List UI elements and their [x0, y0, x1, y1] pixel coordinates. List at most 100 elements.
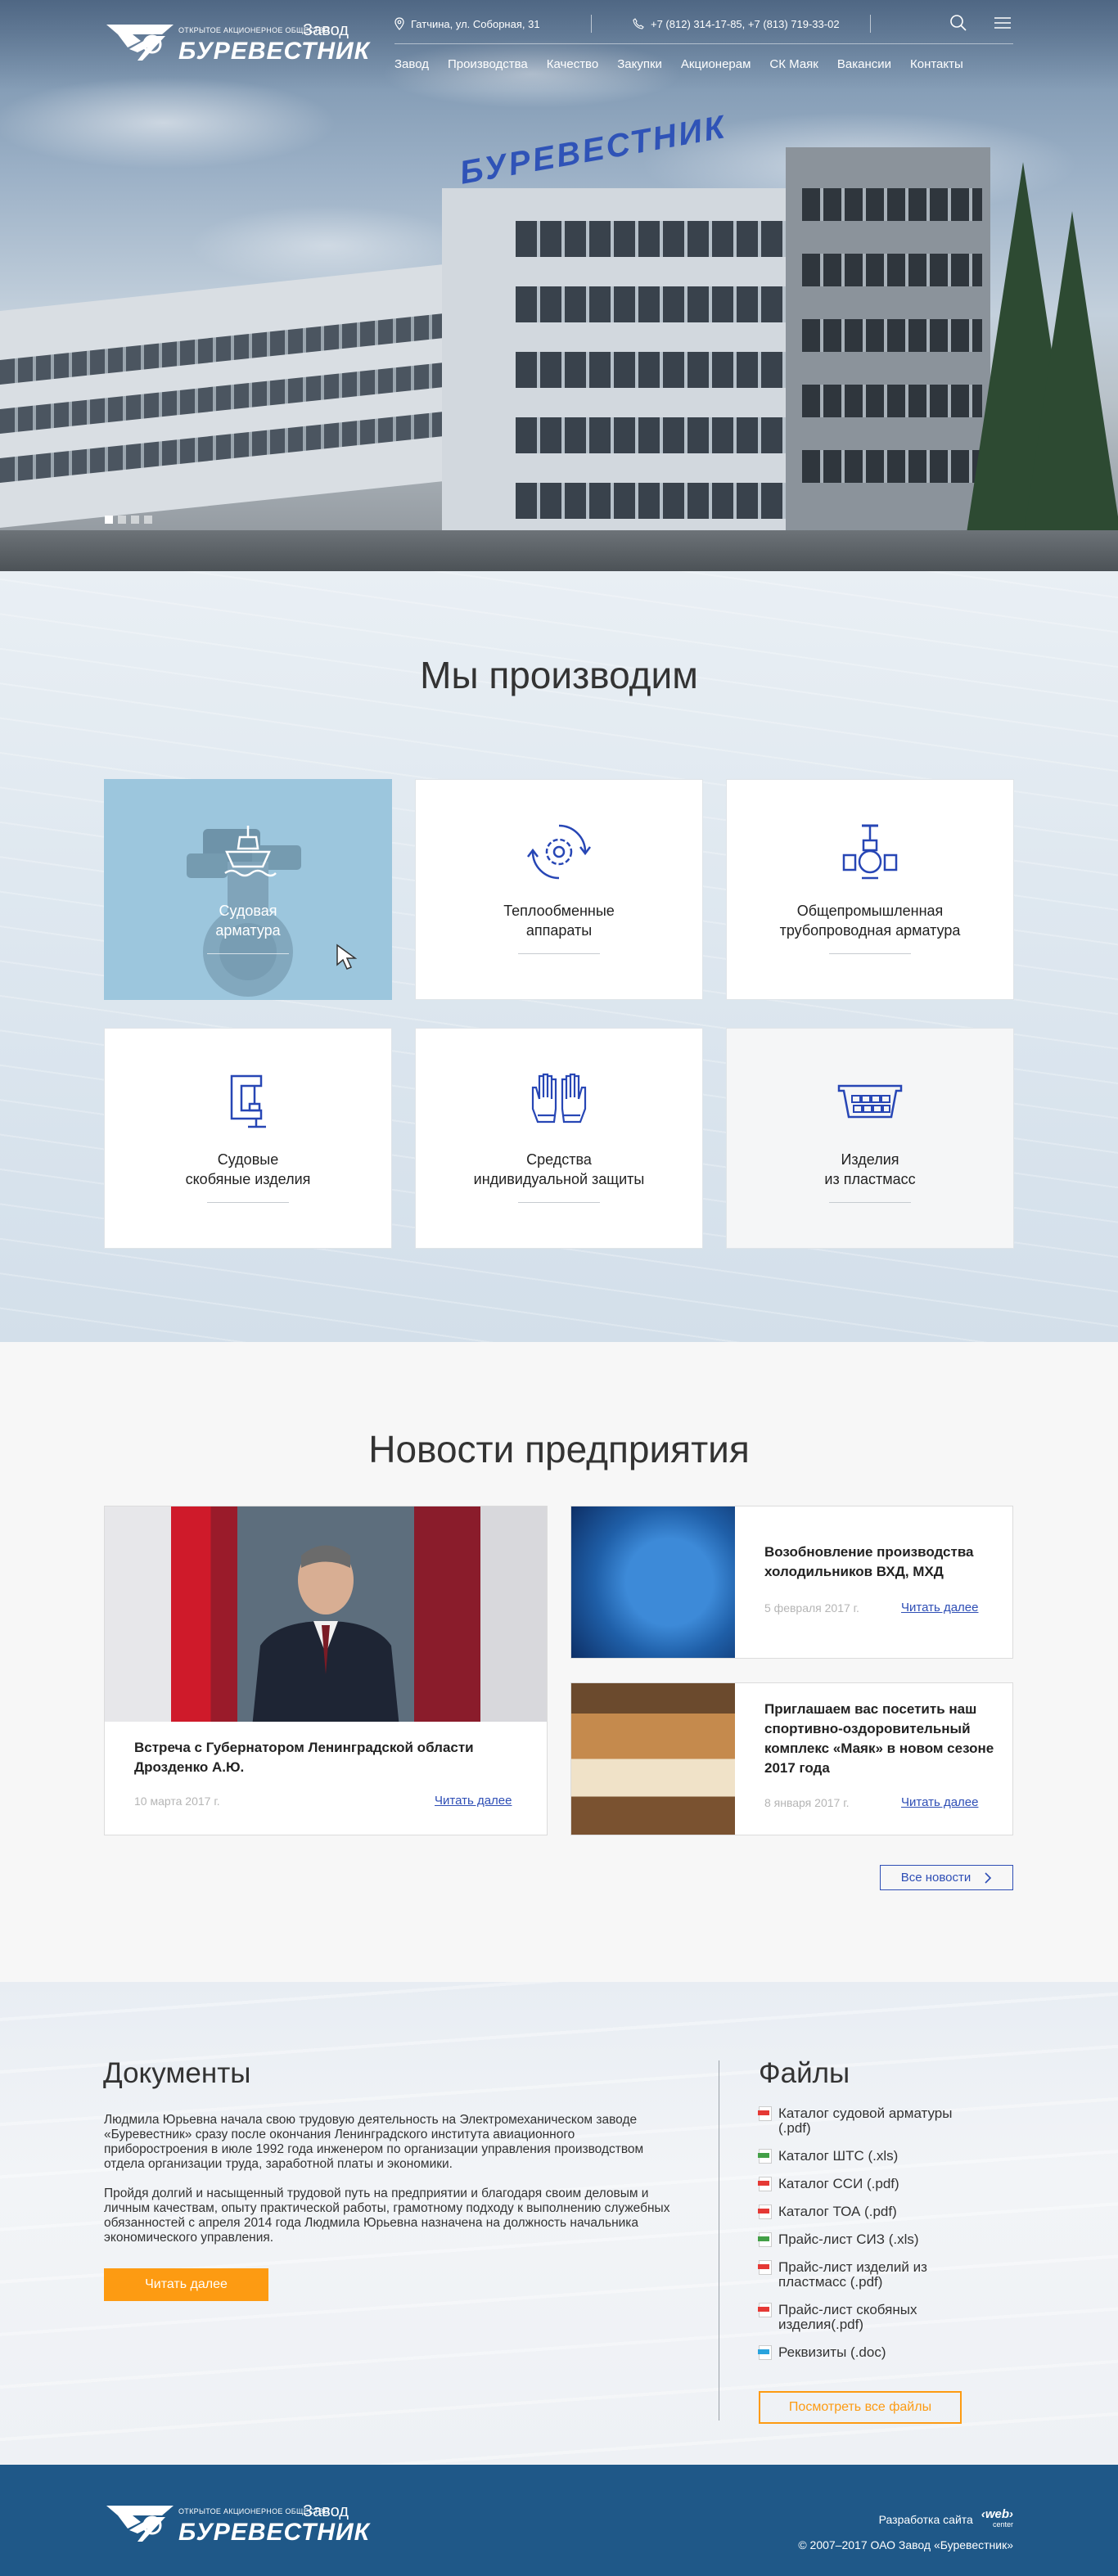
search-icon: [950, 15, 967, 31]
news-read-more-link[interactable]: Читать далее: [901, 1601, 978, 1615]
file-link[interactable]: Каталог судовой арматуры (.pdf): [758, 2106, 1037, 2136]
product-card-ship-fittings[interactable]: Судовая арматура: [104, 779, 392, 1000]
news-item-title: Приглашаем вас посетить наш спортивно-оз…: [764, 1701, 994, 1776]
address-text: Гатчина, ул. Соборная, 31: [411, 17, 540, 30]
logo-brand: БУРЕВЕСТНИК: [178, 2519, 371, 2546]
all-files-button[interactable]: Посмотреть все файлы: [759, 2391, 962, 2424]
pdf-file-icon: [758, 2303, 772, 2317]
file-link[interactable]: Каталог ССИ (.pdf): [758, 2177, 1037, 2191]
news-read-more-link[interactable]: Читать далее: [435, 1794, 512, 1808]
xls-file-icon: [758, 2232, 772, 2247]
nav-item-vacancies[interactable]: Вакансии: [837, 57, 891, 71]
documents-paragraph: Пройдя долгий и насыщенный трудовой путь…: [104, 2186, 670, 2245]
product-card-plastics[interactable]: Изделия из пластмасс: [726, 1028, 1014, 1249]
pdf-file-icon: [758, 2204, 772, 2219]
search-button[interactable]: [949, 14, 969, 34]
file-link[interactable]: Каталог ШТС (.xls): [758, 2149, 1037, 2164]
logo-brand: БУРЕВЕСТНИК: [178, 38, 371, 65]
nav-item-quality[interactable]: Качество: [547, 57, 598, 71]
documents-section: Документы Людмила Юрьевна начала свою тр…: [0, 1982, 1118, 2465]
files-title: Файлы: [759, 2057, 850, 2089]
doc-file-icon: [758, 2345, 772, 2360]
menu-button[interactable]: [994, 14, 1013, 34]
valve-icon: [842, 824, 898, 880]
pdf-file-icon: [758, 2260, 772, 2275]
news-read-more-link[interactable]: Читать далее: [901, 1795, 978, 1809]
hero-slider: БУРЕВЕСТНИК открытое акционерное обществ…: [0, 0, 1118, 571]
product-card-ppe[interactable]: Средства индивидуальной защиты: [415, 1028, 703, 1249]
webcenter-logo: ‹web› center: [981, 2507, 1013, 2529]
logo-bird-icon: [106, 2506, 174, 2542]
hamburger-icon: [994, 17, 1011, 29]
file-link[interactable]: Реквизиты (.doc): [758, 2345, 1037, 2360]
hero-building-main: [442, 188, 794, 540]
news-title: Новости предприятия: [368, 1428, 750, 1470]
product-card-pipeline-fittings[interactable]: Общепромышленная трубопроводная арматура: [726, 779, 1014, 1000]
documents-read-more-button[interactable]: Читать далее: [104, 2268, 268, 2301]
site-footer: открытое акционерное общество Завод БУРЕ…: [0, 2465, 1118, 2576]
news-item-date: 8 января 2017 г.: [764, 1796, 850, 1809]
product-card-label: Судовые скобяные изделия: [185, 1151, 311, 1187]
product-card-label: Средства индивидуальной защиты: [473, 1151, 645, 1187]
news-item-title: Возобновление производства холодильников…: [764, 1544, 974, 1579]
footer-logo[interactable]: открытое акционерное общество Завод БУРЕ…: [105, 2499, 369, 2547]
gear-cycle-icon: [527, 824, 591, 880]
nav-item-production[interactable]: Производства: [448, 57, 528, 71]
products-section: Мы производим Судовая арматура Теплообме…: [0, 571, 1118, 1342]
news-card[interactable]: Возобновление производства холодильников…: [570, 1506, 1013, 1659]
copyright: © 2007–2017 ОАО Завод «Буревестник»: [798, 2538, 1013, 2551]
ship-icon: [224, 826, 277, 877]
nav-item-purchases[interactable]: Закупки: [617, 57, 662, 71]
slider-dot[interactable]: [118, 516, 126, 524]
all-news-label: Все новости: [900, 1871, 971, 1885]
news-card[interactable]: Приглашаем вас посетить наш спортивно-оз…: [570, 1682, 1013, 1835]
product-card-label: Судовая арматура: [215, 903, 281, 939]
location-pin-icon: [394, 17, 404, 30]
product-card-label: Теплообменные аппараты: [503, 903, 615, 939]
nav-item-contacts[interactable]: Контакты: [910, 57, 963, 71]
file-link[interactable]: Прайс-лист изделий из пластмасс (.pdf): [758, 2260, 1037, 2290]
file-link[interactable]: Каталог ТОА (.pdf): [758, 2204, 1037, 2219]
hero-building-side: [786, 147, 990, 532]
gloves-icon: [531, 1073, 587, 1124]
news-card-featured[interactable]: Встреча с Губернатором Ленинградской обл…: [104, 1506, 548, 1835]
slider-dot[interactable]: [105, 516, 113, 524]
main-nav: Завод Производства Качество Закупки Акци…: [394, 57, 963, 71]
product-cards: Судовая арматура Теплообменные аппараты: [104, 779, 1014, 1249]
file-link[interactable]: Прайс-лист СИЗ (.xls): [758, 2232, 1037, 2247]
pdf-file-icon: [758, 2177, 772, 2191]
nav-item-zavod[interactable]: Завод: [394, 57, 429, 71]
news-item-date: 10 марта 2017 г.: [134, 1795, 220, 1808]
xls-file-icon: [758, 2149, 772, 2164]
products-title: Мы производим: [420, 654, 698, 696]
news-photo-governor: [105, 1506, 547, 1722]
phone-icon: [633, 18, 644, 29]
product-card-hardware[interactable]: Судовые скобяные изделия: [104, 1028, 392, 1249]
slider-dot[interactable]: [131, 516, 139, 524]
all-news-button[interactable]: Все новости: [880, 1865, 1013, 1890]
header-contacts: Гатчина, ул. Соборная, 31 +7 (812) 314-1…: [394, 11, 1013, 36]
news-item-title: Встреча с Губернатором Ленинградской обл…: [134, 1740, 474, 1775]
nav-item-shareholders[interactable]: Акционерам: [681, 57, 751, 71]
phones-text: +7 (812) 314-17-85, +7 (813) 719-33-02: [651, 17, 840, 30]
file-link[interactable]: Прайс-лист скобяных изделия(.pdf): [758, 2303, 1037, 2332]
documents-title: Документы: [103, 2057, 251, 2089]
developer-credit[interactable]: Разработка сайта ‹web› center: [878, 2507, 1013, 2529]
slider-dot[interactable]: [144, 516, 152, 524]
slider-dots: [105, 516, 152, 524]
mouse-cursor-icon: [336, 943, 358, 970]
header-address: Гатчина, ул. Соборная, 31: [394, 17, 591, 30]
plastic-crate-icon: [837, 1084, 903, 1119]
file-list: Каталог судовой арматуры (.pdf) Каталог …: [758, 2106, 1037, 2373]
news-item-date: 5 февраля 2017 г.: [764, 1601, 859, 1615]
product-card-heat-exchangers[interactable]: Теплообменные аппараты: [415, 779, 703, 1000]
chevron-right-icon: [985, 1871, 992, 1884]
header-phones[interactable]: +7 (812) 314-17-85, +7 (813) 719-33-02: [633, 18, 870, 30]
clamp-icon: [230, 1074, 266, 1128]
product-card-label: Изделия из пластмасс: [824, 1151, 916, 1187]
logo-bird-icon: [106, 25, 174, 61]
nav-item-mayak[interactable]: СК Маяк: [769, 57, 818, 71]
developer-label: Разработка сайта: [878, 2513, 973, 2526]
hero-tree: [1023, 211, 1118, 538]
site-logo[interactable]: открытое акционерное общество Завод БУРЕ…: [105, 18, 369, 65]
